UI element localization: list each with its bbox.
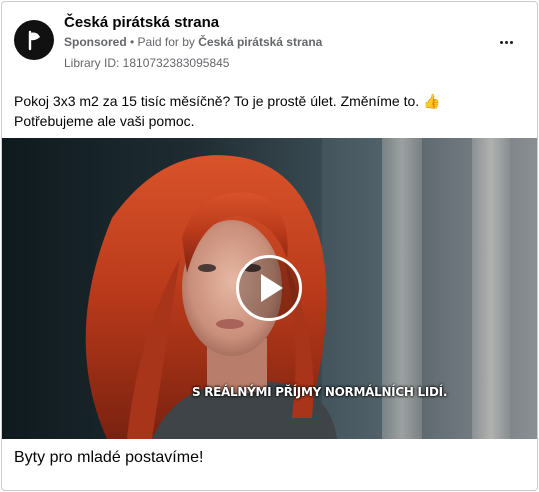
play-icon xyxy=(261,274,283,302)
background-pillar xyxy=(472,138,510,439)
paid-for-by-link[interactable]: Česká pirátská strana xyxy=(198,35,322,49)
more-options-button[interactable] xyxy=(493,34,519,50)
more-dot xyxy=(504,40,508,44)
ad-card: Česká pirátská strana Sponsored • Paid f… xyxy=(1,1,538,491)
lips-shape xyxy=(216,319,244,329)
sponsored-label: Sponsored xyxy=(64,35,127,49)
play-button[interactable] xyxy=(236,255,302,321)
sponsored-meta: Sponsored • Paid for by Česká pirátská s… xyxy=(64,35,322,49)
cta-headline[interactable]: Byty pro mladé postavíme! xyxy=(14,449,203,467)
page-name-link[interactable]: Česká pirátská strana xyxy=(64,14,219,31)
eye-shape xyxy=(198,264,216,272)
post-body-text: Pokoj 3x3 m2 za 15 tisíc měsíčně? To je … xyxy=(14,93,441,129)
more-dot xyxy=(509,40,513,44)
video-subtitle: S REÁLNÝMI PŘÍJMY NORMÁLNÍCH LIDÍ. xyxy=(192,385,448,399)
paid-for-prefix: Paid for by xyxy=(137,35,199,49)
post-header: Česká pirátská strana Sponsored • Paid f… xyxy=(14,12,525,72)
library-id: Library ID: 1810732383095845 xyxy=(64,56,230,70)
more-horizontal-icon xyxy=(499,40,503,44)
avatar[interactable] xyxy=(14,20,54,60)
meta-separator: • xyxy=(126,35,138,49)
video-player[interactable]: S REÁLNÝMI PŘÍJMY NORMÁLNÍCH LIDÍ. xyxy=(2,138,537,439)
pirate-flag-icon xyxy=(22,28,46,52)
